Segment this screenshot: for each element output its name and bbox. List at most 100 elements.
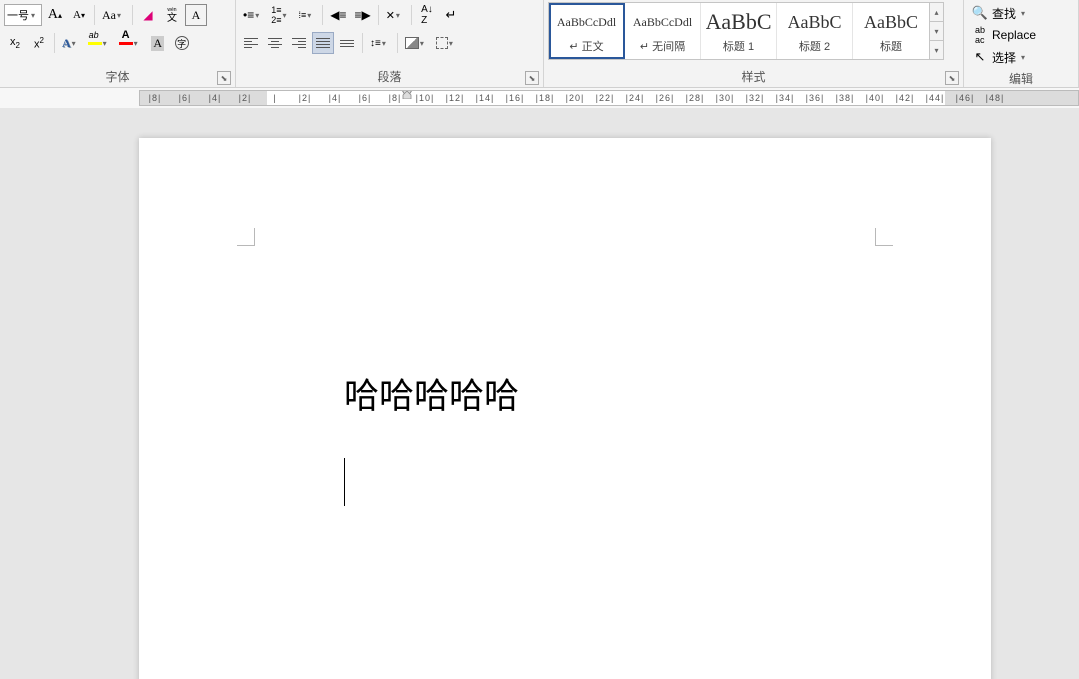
character-border-button[interactable]: A [185, 4, 207, 26]
text-effects-icon: A [62, 36, 71, 51]
paragraph-dialog-launcher[interactable]: ⬊ [525, 71, 539, 85]
change-case-button[interactable]: Aa▾ [99, 4, 128, 26]
style-card-0[interactable]: AaBbCcDdl↵ 正文 [549, 3, 625, 59]
style-card-2[interactable]: AaBbC标题 1 [701, 3, 777, 59]
line-spacing-button[interactable]: ↕≡▾ [367, 32, 393, 54]
ruler-tick: |20| [560, 93, 590, 103]
subscript-button[interactable]: x2 [4, 32, 26, 54]
ruler-tick: |24| [620, 93, 650, 103]
multilevel-list-button[interactable]: ⁞≡▾ [295, 4, 318, 26]
highlight-icon [88, 42, 102, 45]
increase-indent-button[interactable]: ≡▶ [351, 4, 373, 26]
style-card-4[interactable]: AaBbC标题 [853, 3, 929, 59]
bullets-button[interactable]: •≡▾ [240, 4, 266, 26]
ruler-tick: |34| [770, 93, 800, 103]
justify-button[interactable] [312, 32, 334, 54]
bullets-icon: •≡ [243, 8, 254, 22]
superscript-button[interactable]: x2 [28, 32, 50, 54]
group-label-font: 字体 ⬊ [4, 66, 231, 87]
ruler-tick: |2| [230, 93, 260, 103]
gallery-scroll-down[interactable]: ▾ [930, 22, 943, 41]
superscript-icon: x2 [34, 36, 44, 51]
styles-dialog-launcher[interactable]: ⬊ [945, 71, 959, 85]
show-marks-button[interactable]: ↵ [440, 4, 462, 26]
document-page[interactable]: 哈哈哈哈哈 [139, 138, 991, 679]
distribute-icon [340, 40, 354, 47]
highlight-button[interactable]: ▾ [85, 32, 114, 54]
ruler-tick: |12| [440, 93, 470, 103]
margin-corner-tl [237, 228, 255, 246]
phonetic-guide-button[interactable]: 文wén [161, 4, 183, 26]
ruler-tick: |4| [320, 93, 350, 103]
style-preview: AaBbCcDdl [633, 8, 692, 36]
ruler-tick: |4| [200, 93, 230, 103]
align-center-icon [268, 38, 282, 48]
line-spacing-icon: ↕≡ [370, 38, 381, 49]
margin-corner-tr [875, 228, 893, 246]
outdent-icon: ◀≡ [330, 8, 346, 22]
style-card-3[interactable]: AaBbC标题 2 [777, 3, 853, 59]
style-name: ↵ 正文 [569, 38, 603, 54]
gallery-scroll-up[interactable]: ▴ [930, 3, 943, 22]
borders-button[interactable]: ▾ [433, 32, 460, 54]
align-left-button[interactable] [240, 32, 262, 54]
align-right-button[interactable] [288, 32, 310, 54]
ruler-tick: |36| [800, 93, 830, 103]
char-border-icon: A [192, 8, 201, 23]
font-size-dropdown[interactable]: 一号 ▾ [4, 4, 42, 26]
shading-button[interactable]: ▾ [402, 32, 431, 54]
gallery-expand[interactable]: ▾ [930, 41, 943, 59]
horizontal-ruler[interactable]: |8||6||4||2|||2||4||6||8||10||12||14||16… [0, 88, 1079, 108]
asian-layout-button[interactable]: ✕▾ [383, 4, 407, 26]
sort-icon: A↓Z [421, 4, 433, 26]
decrease-indent-button[interactable]: ◀≡ [327, 4, 349, 26]
text-effects-button[interactable]: A▾ [59, 32, 83, 54]
find-button[interactable]: 🔍 查找 ▾ [968, 2, 1074, 24]
ribbon: 一号 ▾ A▴ A▾ Aa▾ ◢ 文wén A x2 x2 A▾ ▾ ▾ A [0, 0, 1079, 88]
borders-icon [436, 37, 448, 49]
indent-icon: ≡▶ [354, 8, 370, 22]
replace-button[interactable]: abac Replace [968, 24, 1074, 46]
align-center-button[interactable] [264, 32, 286, 54]
clear-formatting-button[interactable]: ◢ [137, 4, 159, 26]
grow-font-button[interactable]: A▴ [44, 4, 66, 26]
replace-icon: abac [972, 25, 988, 45]
document-area[interactable]: 哈哈哈哈哈 [0, 108, 1079, 679]
document-text[interactable]: 哈哈哈哈哈 [344, 368, 519, 419]
ruler-tick: |16| [500, 93, 530, 103]
font-color-button[interactable]: ▾ [116, 32, 145, 54]
ruler-tick: |48| [980, 93, 1010, 103]
enclose-characters-button[interactable]: 字 [171, 32, 193, 54]
hanging-indent-marker[interactable] [402, 91, 412, 99]
ruler-tick: |44| [920, 93, 950, 103]
chevron-down-icon: ▾ [1021, 53, 1029, 62]
shading-icon [405, 37, 419, 49]
distribute-button[interactable] [336, 32, 358, 54]
ruler-tick: |22| [590, 93, 620, 103]
text-cursor [344, 458, 345, 506]
font-dialog-launcher[interactable]: ⬊ [217, 71, 231, 85]
character-shading-button[interactable]: A [147, 32, 169, 54]
justify-icon [316, 38, 330, 48]
ruler-tick: |8| [140, 93, 170, 103]
replace-label: Replace [992, 28, 1036, 42]
ruler-tick: |42| [890, 93, 920, 103]
shrink-font-button[interactable]: A▾ [68, 4, 90, 26]
group-label-paragraph: 段落 ⬊ [240, 66, 539, 87]
enclose-icon: 字 [175, 36, 189, 50]
ruler-tick: |46| [950, 93, 980, 103]
ruler-tick: |40| [860, 93, 890, 103]
eraser-icon: ◢ [143, 8, 152, 22]
numbering-button[interactable]: 1≡2≡▾ [268, 4, 293, 26]
font-group: 一号 ▾ A▴ A▾ Aa▾ ◢ 文wén A x2 x2 A▾ ▾ ▾ A [0, 0, 236, 87]
sort-button[interactable]: A↓Z [416, 4, 438, 26]
subscript-icon: x2 [10, 36, 20, 50]
select-button[interactable]: ↖ 选择 ▾ [968, 46, 1074, 68]
numbering-icon: 1≡2≡ [271, 5, 281, 25]
paragraph-group: •≡▾ 1≡2≡▾ ⁞≡▾ ◀≡ ≡▶ ✕▾ A↓Z ↵ ↕≡▾ [236, 0, 544, 87]
style-preview: AaBbC [864, 8, 918, 36]
align-left-icon [244, 38, 258, 48]
style-card-1[interactable]: AaBbCcDdl↵ 无间隔 [625, 3, 701, 59]
style-name: 标题 1 [723, 38, 754, 54]
asian-layout-icon: ✕ [386, 9, 395, 22]
